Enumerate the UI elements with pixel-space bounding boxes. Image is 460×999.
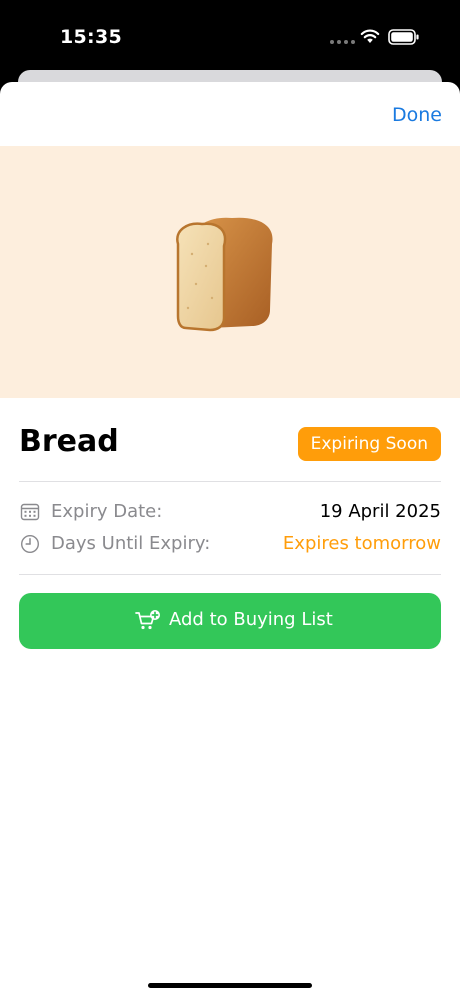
expiry-date-value: 19 April 2025 — [319, 501, 441, 522]
done-button[interactable]: Done — [392, 104, 442, 126]
wifi-icon — [360, 29, 380, 43]
add-to-buying-list-label: Add to Buying List — [169, 609, 333, 630]
expiry-date-label: Expiry Date: — [51, 501, 163, 522]
clock-icon — [20, 534, 40, 554]
battery-icon — [388, 29, 419, 45]
days-until-expiry-row: Days Until Expiry: Expires tomorrow — [19, 530, 441, 558]
status-bar: 15:35 — [0, 0, 460, 70]
bread-icon — [176, 217, 273, 332]
cart-add-icon — [135, 610, 160, 630]
add-to-buying-list-button[interactable]: Add to Buying List — [19, 593, 441, 649]
item-detail-sheet: Done Bread Expiring Soon Expiry Date: 19… — [0, 82, 460, 999]
days-until-expiry-label: Days Until Expiry: — [51, 533, 211, 554]
days-until-expiry-value: Expires tomorrow — [282, 533, 441, 554]
status-badge: Expiring Soon — [297, 427, 441, 461]
home-indicator — [148, 983, 312, 988]
item-title: Bread — [19, 424, 119, 459]
item-image-banner — [0, 146, 460, 398]
calendar-icon — [20, 503, 40, 521]
divider — [19, 574, 441, 575]
divider — [19, 481, 441, 482]
signal-dots-icon — [330, 40, 355, 44]
expiry-date-row: Expiry Date: 19 April 2025 — [19, 498, 441, 526]
status-time: 15:35 — [60, 26, 122, 48]
